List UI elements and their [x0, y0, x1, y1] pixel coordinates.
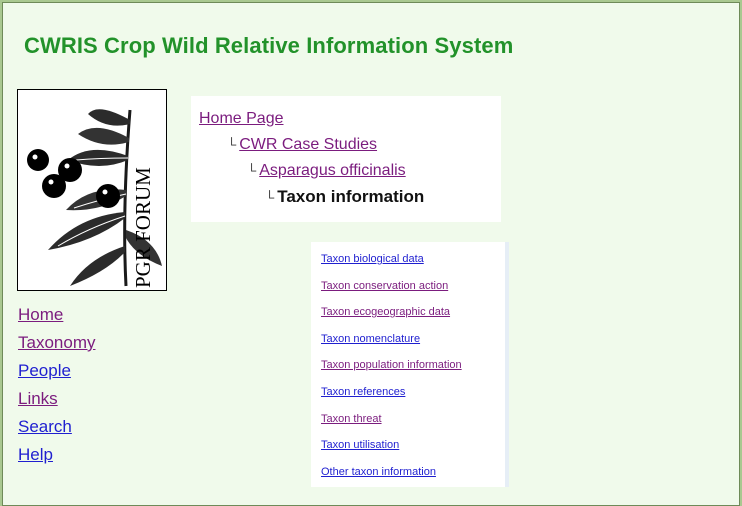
page-frame: CWRIS Crop Wild Relative Information Sys…	[2, 2, 740, 506]
sidebar-item-home[interactable]: Home	[18, 301, 95, 329]
other-taxon-information-link[interactable]: Other taxon information	[321, 459, 505, 486]
breadcrumb-item: └ Asparagus officinalis	[199, 158, 493, 184]
breadcrumb-item: Home Page	[199, 106, 493, 132]
logo-text: PGR FORUM	[131, 167, 155, 288]
taxon-biological-data-link[interactable]: Taxon biological data	[321, 246, 505, 273]
tree-corner-icon: └	[265, 190, 275, 205]
taxon-links-list: Taxon biological data Taxon conservation…	[311, 242, 509, 487]
sidebar-item-links[interactable]: Links	[18, 385, 95, 413]
taxon-utilisation-link[interactable]: Taxon utilisation	[321, 432, 505, 459]
taxon-nomenclature-link[interactable]: Taxon nomenclature	[321, 326, 505, 353]
sidebar-nav: Home Taxonomy People Links Search Help	[18, 301, 95, 469]
sidebar-item-help[interactable]: Help	[18, 441, 95, 469]
site-title: CWRIS Crop Wild Relative Information Sys…	[24, 33, 514, 58]
leaf-logo-icon: PGR FORUM	[27, 109, 162, 288]
breadcrumb-item: └ CWR Case Studies	[199, 132, 493, 158]
taxon-population-information-link[interactable]: Taxon population information	[321, 352, 505, 379]
sidebar-item-people[interactable]: People	[18, 357, 95, 385]
breadcrumb: Home Page └ CWR Case Studies └ Asparagus o…	[191, 96, 501, 222]
breadcrumb-current-label: Taxon information	[277, 187, 425, 206]
sidebar-item-taxonomy[interactable]: Taxonomy	[18, 329, 95, 357]
breadcrumb-asparagus-link[interactable]: Asparagus officinalis	[259, 162, 405, 179]
taxon-threat-link[interactable]: Taxon threat	[321, 406, 505, 433]
tree-corner-icon: └	[227, 137, 237, 152]
taxon-conservation-action-link[interactable]: Taxon conservation action	[321, 273, 505, 300]
sidebar-item-search[interactable]: Search	[18, 413, 95, 441]
taxon-references-link[interactable]: Taxon references	[321, 379, 505, 406]
breadcrumb-cwr-case-studies-link[interactable]: CWR Case Studies	[239, 136, 377, 153]
tree-corner-icon: └	[247, 163, 257, 178]
taxon-ecogeographic-data-link[interactable]: Taxon ecogeographic data	[321, 299, 505, 326]
breadcrumb-current: └ Taxon information	[199, 184, 493, 211]
pgr-forum-logo: PGR FORUM	[17, 89, 167, 291]
breadcrumb-home-page-link[interactable]: Home Page	[199, 110, 284, 127]
